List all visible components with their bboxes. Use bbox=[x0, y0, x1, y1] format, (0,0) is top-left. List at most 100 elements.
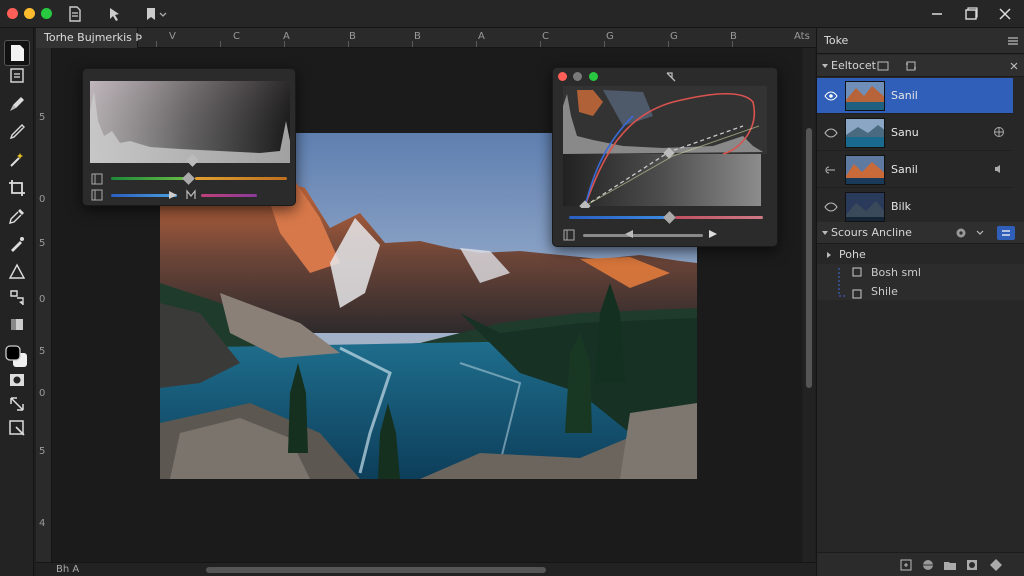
scroll-thumb[interactable] bbox=[206, 567, 546, 573]
panel-zoom-button[interactable] bbox=[589, 72, 598, 81]
action-group-row[interactable]: Pohe bbox=[817, 244, 1024, 266]
close-window-button[interactable] bbox=[7, 8, 18, 19]
ruler-tick bbox=[540, 41, 541, 47]
ruler-tick bbox=[348, 41, 349, 47]
panel-minimize-button[interactable] bbox=[573, 72, 582, 81]
mask-icon[interactable] bbox=[965, 558, 979, 572]
ruler-label: A bbox=[478, 31, 485, 42]
visibility-eye-icon[interactable] bbox=[824, 89, 838, 103]
document-tab[interactable]: Torhe Bujmerkis Þ bbox=[36, 28, 142, 48]
document-tool[interactable] bbox=[4, 40, 30, 66]
layer-name[interactable]: Sanu bbox=[891, 126, 919, 139]
channel-icon bbox=[563, 229, 575, 241]
eyedropper-icon[interactable] bbox=[7, 206, 27, 226]
collapse-icon[interactable] bbox=[821, 62, 829, 70]
link-icon[interactable] bbox=[824, 163, 838, 177]
pen-tool-icon[interactable] bbox=[7, 122, 27, 142]
collapse-icon[interactable] bbox=[821, 229, 829, 237]
magenta-slider-track[interactable] bbox=[201, 194, 257, 197]
minimize-window-button[interactable] bbox=[24, 8, 35, 19]
zoom-level[interactable]: Bh A bbox=[56, 563, 79, 576]
curves-panel[interactable] bbox=[552, 67, 778, 247]
vertical-scrollbar[interactable] bbox=[803, 48, 815, 562]
close-icon[interactable] bbox=[996, 5, 1014, 23]
shape-tool-icon[interactable] bbox=[7, 262, 27, 282]
color-swatch-icon[interactable] bbox=[4, 344, 30, 370]
panel-menu-icon[interactable] bbox=[1007, 36, 1019, 46]
action-item[interactable]: Shile bbox=[871, 285, 898, 298]
layer-thumbnail-image bbox=[846, 82, 884, 110]
curve-slider-handle[interactable] bbox=[663, 211, 676, 224]
chevron-down-icon[interactable] bbox=[975, 228, 985, 238]
visibility-eye-icon[interactable] bbox=[824, 126, 838, 140]
file-icon[interactable] bbox=[66, 5, 84, 23]
curve-red-track[interactable] bbox=[675, 216, 763, 219]
visibility-eye-icon[interactable] bbox=[824, 200, 838, 214]
ruler-label: B bbox=[414, 31, 421, 42]
frame-icon[interactable] bbox=[905, 60, 917, 72]
frame-tool-icon[interactable] bbox=[7, 418, 27, 438]
layer-name[interactable]: Sanil bbox=[891, 89, 918, 102]
layer-thumbnail-image bbox=[846, 119, 884, 147]
ruler-label: C bbox=[233, 31, 240, 42]
speaker-icon[interactable] bbox=[993, 163, 1005, 175]
new-action-button[interactable] bbox=[997, 226, 1015, 240]
curve-tool-icon[interactable] bbox=[665, 71, 677, 83]
layer-options-icon[interactable] bbox=[877, 60, 889, 72]
globe-icon[interactable] bbox=[921, 558, 935, 572]
transform-icon[interactable] bbox=[7, 394, 27, 414]
layer-row[interactable]: Sanil bbox=[817, 152, 1013, 188]
layer-row[interactable]: Sanil bbox=[817, 78, 1013, 114]
ruler-label: 0 bbox=[39, 388, 46, 399]
output-white-handle[interactable] bbox=[707, 228, 719, 240]
vertical-ruler: 5 0 5 0 5 0 5 4 bbox=[36, 48, 52, 562]
pointer-icon[interactable] bbox=[106, 5, 124, 23]
quick-mask-icon[interactable] bbox=[7, 370, 27, 390]
orange-slider-track[interactable] bbox=[195, 177, 287, 180]
actions-list: Bosh sml Shile bbox=[817, 264, 1024, 300]
curve-blue-track[interactable] bbox=[569, 216, 669, 219]
layer-name[interactable]: Bilk bbox=[891, 200, 911, 213]
path-select-icon[interactable] bbox=[7, 288, 27, 308]
layers-section-header[interactable]: Eeltocet bbox=[817, 55, 1024, 77]
output-black-handle[interactable] bbox=[623, 228, 635, 240]
clone-tool-icon[interactable] bbox=[7, 234, 27, 254]
channel-icon bbox=[91, 189, 103, 201]
brush-tool-icon[interactable] bbox=[7, 94, 27, 114]
close-panel-icon[interactable] bbox=[1009, 61, 1019, 71]
new-layer-icon[interactable] bbox=[899, 558, 913, 572]
ruler-label: 4 bbox=[39, 518, 46, 529]
layer-row[interactable]: Bilk bbox=[817, 189, 1013, 225]
adjustment-icon[interactable] bbox=[989, 558, 1003, 572]
levels-panel[interactable] bbox=[82, 68, 296, 206]
slider-arrow-icon[interactable] bbox=[167, 189, 179, 201]
globe-icon[interactable] bbox=[993, 126, 1005, 138]
ruler-tick bbox=[476, 41, 477, 47]
marquee-tool-icon[interactable] bbox=[7, 66, 27, 86]
ruler-label: 5 bbox=[39, 446, 46, 457]
title-bar bbox=[0, 0, 1024, 28]
green-slider-handle[interactable] bbox=[182, 172, 195, 185]
action-item[interactable]: Bosh sml bbox=[871, 266, 921, 279]
layer-name[interactable]: Sanil bbox=[891, 163, 918, 176]
eraser-icon[interactable] bbox=[7, 314, 27, 334]
output-slider-track[interactable] bbox=[583, 234, 703, 237]
layer-thumbnail bbox=[845, 81, 885, 111]
action-group-label: Pohe bbox=[839, 248, 866, 261]
chevron-down-icon[interactable] bbox=[158, 5, 168, 23]
panel-title[interactable]: Toke bbox=[824, 34, 848, 47]
panel-close-button[interactable] bbox=[558, 72, 567, 81]
magic-wand-icon[interactable] bbox=[7, 150, 27, 170]
green-slider-track[interactable] bbox=[111, 177, 189, 180]
actions-section-header[interactable]: Scours Ancline bbox=[817, 222, 1024, 244]
horizontal-scrollbar[interactable]: Bh A bbox=[36, 562, 816, 576]
restore-icon[interactable] bbox=[962, 5, 980, 23]
folder-icon[interactable] bbox=[943, 558, 957, 572]
minimize-icon[interactable] bbox=[928, 5, 946, 23]
settings-icon[interactable] bbox=[955, 227, 967, 239]
crop-tool-icon[interactable] bbox=[7, 178, 27, 198]
expand-icon[interactable] bbox=[825, 251, 833, 259]
scroll-thumb[interactable] bbox=[806, 128, 812, 388]
layer-row[interactable]: Sanu bbox=[817, 115, 1013, 151]
zoom-window-button[interactable] bbox=[41, 8, 52, 19]
